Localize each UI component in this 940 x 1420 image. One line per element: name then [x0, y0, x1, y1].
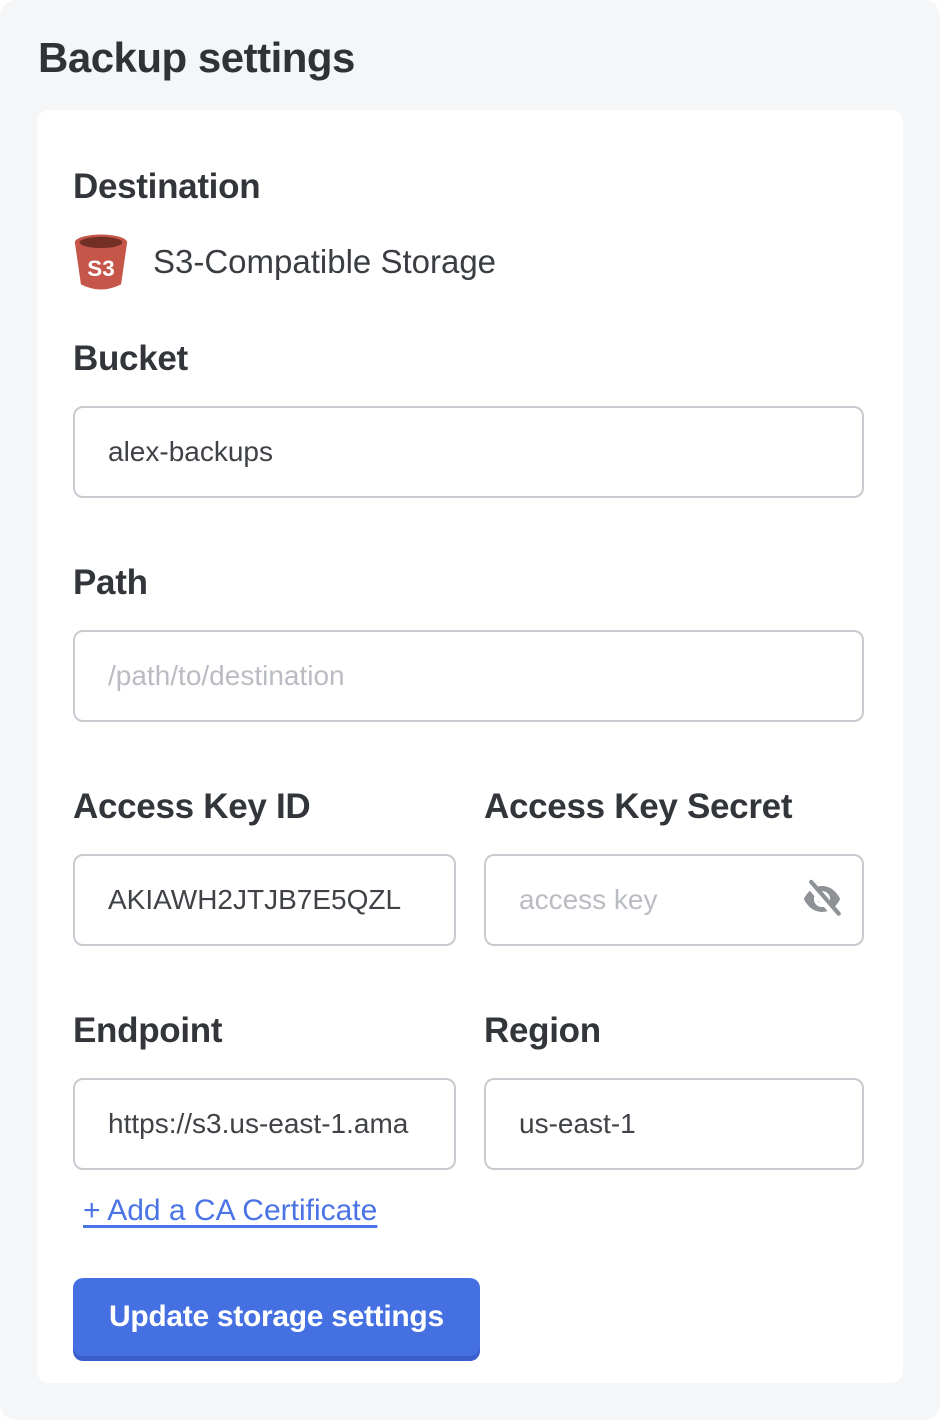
s3-icon-text: S3 — [87, 256, 114, 281]
endpoint-label: Endpoint — [73, 1010, 456, 1052]
bucket-field: Bucket — [73, 338, 864, 498]
destination-value-row: S3 S3-Compatible Storage — [73, 232, 864, 292]
backup-settings-card: Destination S3 S3-Compatible Storage Buc… — [37, 110, 903, 1383]
path-input[interactable] — [73, 630, 864, 722]
access-key-secret-input-wrap — [484, 854, 864, 946]
access-key-id-label: Access Key ID — [73, 786, 456, 828]
page-title: Backup settings — [0, 0, 940, 82]
access-key-id-field: Access Key ID — [73, 786, 456, 946]
endpoint-field: Endpoint — [73, 1010, 456, 1170]
backup-settings-screen: Backup settings Destination S3 S3-Compat… — [0, 0, 940, 1420]
endpoint-region-row: Endpoint Region — [73, 1010, 864, 1170]
access-key-id-input[interactable] — [73, 854, 456, 946]
destination-value: S3-Compatible Storage — [153, 243, 496, 281]
bucket-input[interactable] — [73, 406, 864, 498]
s3-bucket-icon: S3 — [73, 232, 129, 292]
eye-off-icon[interactable] — [800, 878, 844, 920]
update-storage-settings-button[interactable]: Update storage settings — [73, 1278, 480, 1356]
region-input[interactable] — [484, 1078, 864, 1170]
bucket-label: Bucket — [73, 338, 864, 380]
access-key-secret-field: Access Key Secret — [484, 786, 864, 946]
path-label: Path — [73, 562, 864, 604]
path-field: Path — [73, 562, 864, 722]
region-field: Region — [484, 1010, 864, 1170]
destination-label: Destination — [73, 166, 864, 208]
region-label: Region — [484, 1010, 864, 1052]
access-key-secret-label: Access Key Secret — [484, 786, 864, 828]
endpoint-input[interactable] — [73, 1078, 456, 1170]
add-ca-certificate-link[interactable]: + Add a CA Certificate — [83, 1194, 377, 1228]
access-keys-row: Access Key ID Access Key Secret — [73, 786, 864, 946]
